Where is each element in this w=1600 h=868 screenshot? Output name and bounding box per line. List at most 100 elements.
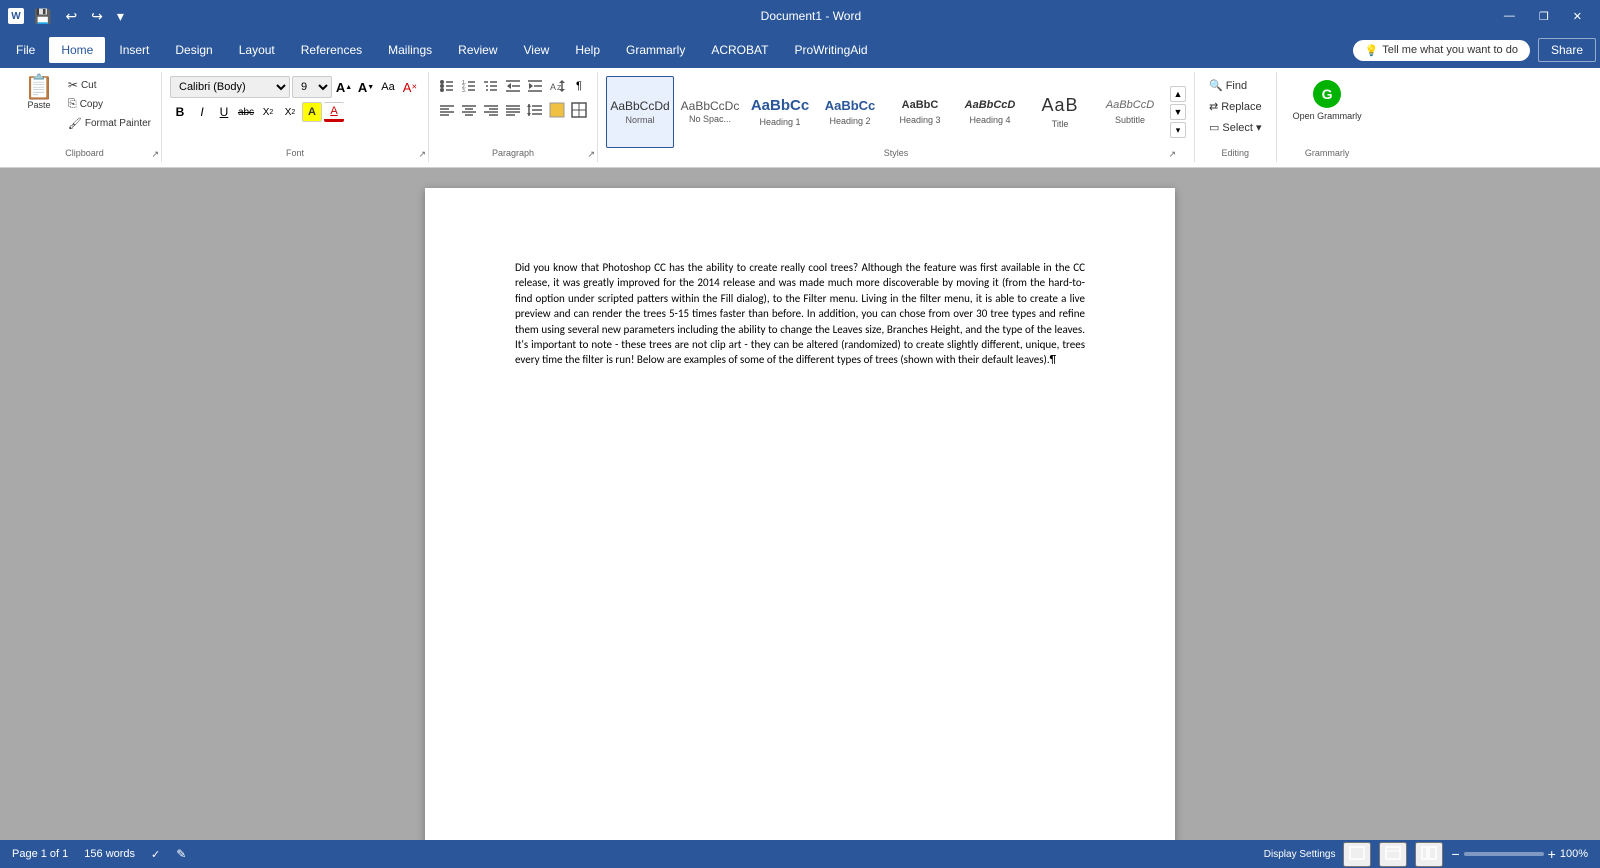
sort-button[interactable]: AZ — [547, 76, 567, 96]
ribbon: 📋 Paste ✂ Cut ⎘ Copy 🖌 Format Painter Cl… — [0, 68, 1600, 168]
status-bar-right: Display Settings − + 100% — [1264, 842, 1588, 867]
style-heading2[interactable]: AaBbCc Heading 2 — [816, 76, 884, 148]
decrease-indent-button[interactable] — [503, 76, 523, 96]
bullets-button[interactable] — [437, 76, 457, 96]
font-expand[interactable]: ↗ — [418, 149, 426, 160]
format-painter-icon: 🖌 — [68, 117, 82, 130]
subscript-button[interactable]: X2 — [258, 102, 278, 122]
document-title: Document1 - Word — [128, 9, 1494, 23]
format-painter-button[interactable]: 🖌 Format Painter — [64, 115, 155, 132]
menu-file[interactable]: File — [4, 37, 47, 63]
shading-button[interactable] — [547, 100, 567, 120]
cut-button[interactable]: ✂ Cut — [64, 76, 155, 94]
document-page[interactable]: Did you know that Photoshop CC has the a… — [425, 188, 1175, 840]
tell-me-input[interactable]: 💡 Tell me what you want to do — [1353, 40, 1530, 61]
redo-button[interactable]: ↪ — [87, 6, 107, 27]
grammarly-icon: G — [1313, 80, 1341, 108]
find-icon: 🔍 — [1209, 79, 1223, 92]
clear-formatting-button[interactable]: A✕ — [400, 77, 420, 97]
lightbulb-icon: 💡 — [1365, 44, 1379, 57]
style-subtitle[interactable]: AaBbCcD Subtitle — [1096, 76, 1164, 148]
word-count: 156 words — [84, 848, 135, 860]
menu-references[interactable]: References — [289, 37, 374, 63]
borders-button[interactable] — [569, 100, 589, 120]
style-no-spacing[interactable]: AaBbCcDc No Spac... — [676, 76, 744, 148]
styles-group: AaBbCcDd Normal AaBbCcDc No Spac... AaBb… — [598, 72, 1195, 162]
strikethrough-button[interactable]: abc — [236, 102, 256, 122]
menu-prowritingaid[interactable]: ProWritingAid — [782, 37, 879, 63]
minimize-button[interactable]: — — [1494, 6, 1525, 26]
zoom-in-button[interactable]: + — [1548, 846, 1556, 862]
clipboard-expand[interactable]: ↗ — [151, 149, 159, 160]
zoom-percent[interactable]: 100% — [1560, 848, 1588, 860]
font-color-button[interactable]: A — [324, 102, 344, 122]
style-heading1[interactable]: AaBbCc Heading 1 — [746, 76, 814, 148]
font-family-select[interactable]: Calibri (Body) — [170, 76, 290, 98]
style-heading4[interactable]: AaBbCcD Heading 4 — [956, 76, 1024, 148]
align-right-button[interactable] — [481, 100, 501, 120]
styles-scroll-down[interactable]: ▼ — [1170, 104, 1186, 120]
status-bar: Page 1 of 1 156 words ✓ ✎ Display Settin… — [0, 840, 1600, 868]
title-bar-left: W 💾 ↩ ↪ ▾ — [8, 6, 128, 27]
menu-layout[interactable]: Layout — [227, 37, 287, 63]
print-layout-view-button[interactable] — [1343, 842, 1371, 867]
menu-design[interactable]: Design — [163, 37, 224, 63]
close-button[interactable]: ✕ — [1563, 6, 1592, 27]
restore-button[interactable]: ❐ — [1529, 6, 1559, 27]
styles-expand[interactable]: ▾ — [1170, 122, 1186, 138]
menu-grammarly[interactable]: Grammarly — [614, 37, 697, 63]
paste-button[interactable]: 📋 Paste — [16, 72, 62, 114]
numbering-button[interactable]: 1.2.3. — [459, 76, 479, 96]
underline-button[interactable]: U — [214, 102, 234, 122]
customize-qat-button[interactable]: ▾ — [113, 6, 128, 27]
line-spacing-button[interactable] — [525, 100, 545, 120]
font-size-select[interactable]: 9 10 11 12 — [292, 76, 332, 98]
select-button[interactable]: ▭ Select ▾ — [1203, 118, 1268, 137]
document-content[interactable]: Did you know that Photoshop CC has the a… — [515, 260, 1085, 368]
undo-button[interactable]: ↩ — [61, 6, 81, 27]
font-label: Font — [162, 148, 428, 158]
styles-scroll-up[interactable]: ▲ — [1170, 86, 1186, 102]
grammarly-label: Grammarly — [1277, 148, 1378, 158]
menu-review[interactable]: Review — [446, 37, 509, 63]
find-button[interactable]: 🔍 Find — [1203, 76, 1253, 95]
zoom-slider[interactable] — [1464, 852, 1544, 856]
style-normal[interactable]: AaBbCcDd Normal — [606, 76, 674, 148]
menu-help[interactable]: Help — [563, 37, 612, 63]
display-settings[interactable]: Display Settings — [1264, 849, 1336, 860]
styles-group-expand[interactable]: ↗ — [1168, 149, 1176, 160]
save-button[interactable]: 💾 — [30, 6, 55, 27]
justify-button[interactable] — [503, 100, 523, 120]
increase-font-button[interactable]: A▲ — [334, 77, 354, 97]
style-heading3[interactable]: AaBbC Heading 3 — [886, 76, 954, 148]
open-grammarly-button[interactable]: G Open Grammarly — [1285, 76, 1370, 126]
styles-scroll: AaBbCcDd Normal AaBbCcDc No Spac... AaBb… — [606, 76, 1166, 148]
show-hide-button[interactable]: ¶ — [569, 76, 589, 96]
decrease-font-button[interactable]: A▼ — [356, 77, 376, 97]
highlight-color-button[interactable]: A — [302, 102, 322, 122]
change-case-button[interactable]: Aa — [378, 77, 398, 97]
replace-button[interactable]: ⇄ Replace — [1203, 97, 1268, 116]
menu-acrobat[interactable]: ACROBAT — [699, 37, 780, 63]
share-button[interactable]: Share — [1538, 38, 1596, 62]
increase-indent-button[interactable] — [525, 76, 545, 96]
menu-home[interactable]: Home — [49, 37, 105, 63]
align-left-button[interactable] — [437, 100, 457, 120]
bold-button[interactable]: B — [170, 102, 190, 122]
menu-insert[interactable]: Insert — [107, 37, 161, 63]
grammarly-group: G Open Grammarly Grammarly — [1277, 72, 1378, 162]
zoom-out-button[interactable]: − — [1451, 846, 1459, 862]
align-center-button[interactable] — [459, 100, 479, 120]
copy-button[interactable]: ⎘ Copy — [64, 96, 155, 113]
superscript-button[interactable]: X2 — [280, 102, 300, 122]
multilevel-list-button[interactable] — [481, 76, 501, 96]
italic-button[interactable]: I — [192, 102, 212, 122]
menu-view[interactable]: View — [512, 37, 562, 63]
read-mode-view-button[interactable] — [1415, 842, 1443, 867]
paragraph-expand[interactable]: ↗ — [587, 149, 595, 160]
web-layout-view-button[interactable] — [1379, 842, 1407, 867]
style-title[interactable]: AaB Title — [1026, 76, 1094, 148]
language-check-icon: ✓ — [151, 848, 160, 861]
menu-bar: File Home Insert Design Layout Reference… — [0, 32, 1600, 68]
menu-mailings[interactable]: Mailings — [376, 37, 444, 63]
